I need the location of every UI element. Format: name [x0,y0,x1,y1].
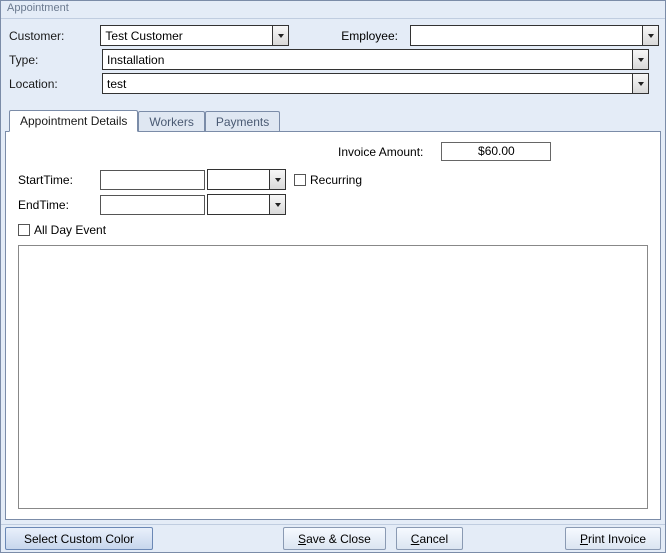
appointment-window: Appointment Customer: Employee: Type: Lo… [0,0,666,553]
save-close-button[interactable]: Save & Close [283,527,386,550]
customer-input[interactable] [100,25,272,46]
employee-label: Employee: [319,29,398,43]
type-label: Type: [7,53,102,67]
recurring-label: Recurring [310,173,362,187]
cancel-button[interactable]: Cancel [396,527,463,550]
chevron-down-icon[interactable] [269,169,286,190]
invoice-amount-value: $60.00 [441,142,551,161]
tab-panel-details: Invoice Amount: $60.00 StartTime: Recurr… [5,131,661,520]
tab-payments[interactable]: Payments [205,111,280,132]
checkbox-icon[interactable] [294,174,306,186]
tab-workers[interactable]: Workers [138,111,204,132]
tabs-container: Appointment Details Workers Payments Inv… [1,107,665,524]
tab-appointment-details[interactable]: Appointment Details [9,110,138,132]
select-custom-color-button[interactable]: Select Custom Color [5,527,153,550]
type-combo[interactable] [102,49,649,70]
chevron-down-icon[interactable] [632,49,649,70]
endtime-label: EndTime: [18,198,100,212]
starttime-time-combo[interactable] [207,169,286,190]
starttime-date-input[interactable] [100,170,205,190]
starttime-label: StartTime: [18,173,100,187]
chevron-down-icon[interactable] [642,25,659,46]
customer-combo[interactable] [100,25,289,46]
notes-area[interactable] [18,245,648,509]
recurring-checkbox[interactable]: Recurring [294,173,362,187]
invoice-amount-label: Invoice Amount: [338,145,423,159]
footer-bar: Select Custom Color Save & Close Cancel … [1,524,665,552]
header-form: Customer: Employee: Type: Location: [1,19,665,107]
allday-checkbox[interactable]: All Day Event [18,223,648,237]
location-label: Location: [7,77,102,91]
tabstrip: Appointment Details Workers Payments [5,107,661,131]
chevron-down-icon[interactable] [632,73,649,94]
type-input[interactable] [102,49,632,70]
chevron-down-icon[interactable] [269,194,286,215]
location-combo[interactable] [102,73,649,94]
employee-input[interactable] [410,25,642,46]
endtime-time-input[interactable] [207,194,269,215]
employee-combo[interactable] [410,25,659,46]
allday-label: All Day Event [34,223,106,237]
checkbox-icon[interactable] [18,224,30,236]
location-input[interactable] [102,73,632,94]
endtime-date-input[interactable] [100,195,205,215]
window-title: Appointment [1,1,665,19]
chevron-down-icon[interactable] [272,25,289,46]
starttime-time-input[interactable] [207,169,269,190]
print-invoice-button[interactable]: Print Invoice [565,527,661,550]
customer-label: Customer: [7,29,100,43]
endtime-time-combo[interactable] [207,194,286,215]
